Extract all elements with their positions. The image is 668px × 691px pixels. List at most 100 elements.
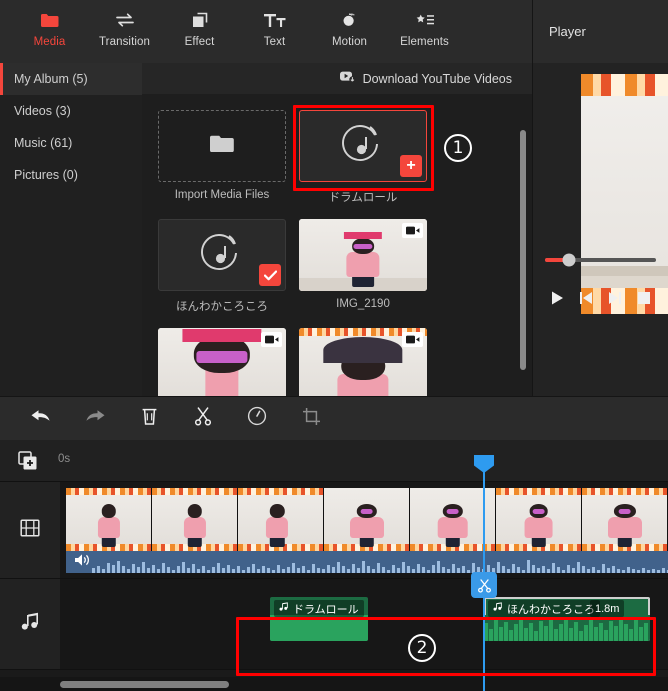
audio-clip-duration: 1.8m xyxy=(590,600,625,617)
video-clip[interactable] xyxy=(66,488,668,573)
video-frame xyxy=(582,488,668,551)
player-panel: Player xyxy=(532,0,668,396)
motion-sphere-icon xyxy=(339,9,360,31)
folder-icon xyxy=(209,133,235,159)
music-note-icon xyxy=(493,602,503,615)
audio-track-body[interactable]: ドラムロール ほんわかころころ 1.8m xyxy=(60,579,668,669)
media-cell-6 xyxy=(299,328,427,396)
scissors-icon xyxy=(194,406,212,431)
audio-clip-honwaka[interactable]: ほんわかころころ 1.8m xyxy=(484,597,650,641)
split-toolbar-button[interactable] xyxy=(176,397,230,441)
player-controls xyxy=(533,285,668,311)
tab-media-label: Media xyxy=(33,36,66,48)
youtube-download-icon xyxy=(339,71,356,86)
sidebar-item-my-album[interactable]: My Album (5) xyxy=(0,63,142,95)
tab-motion-label: Motion xyxy=(331,36,368,48)
video-type-icon xyxy=(402,332,423,347)
waveform xyxy=(92,560,668,573)
tab-media[interactable]: Media xyxy=(12,0,87,48)
music-note-icon xyxy=(20,612,41,637)
timeline-horizontal-scrollbar[interactable] xyxy=(0,677,668,691)
edit-toolbar xyxy=(0,396,668,440)
sidebar-item-label: Music (61) xyxy=(14,136,73,150)
crop-button[interactable] xyxy=(284,397,338,441)
playhead-split-button[interactable] xyxy=(471,572,497,598)
audio-disc-icon xyxy=(199,230,245,281)
media-cell-img-2190: IMG_2190 xyxy=(299,219,427,314)
video-editor-window: Media Transition Effect Text Motion Elem… xyxy=(0,0,668,691)
previous-frame-button[interactable] xyxy=(574,287,598,309)
audio-clip-drumroll[interactable]: ドラムロール xyxy=(270,597,368,641)
redo-button[interactable] xyxy=(68,397,122,441)
preview-video[interactable] xyxy=(581,74,668,314)
audio-clip-title: ほんわかころころ xyxy=(488,600,600,617)
speed-button[interactable] xyxy=(230,397,284,441)
layers-icon xyxy=(190,9,210,31)
tab-elements[interactable]: Elements xyxy=(387,0,462,48)
video-type-icon xyxy=(261,332,282,347)
delete-button[interactable] xyxy=(122,397,176,441)
tab-motion[interactable]: Motion xyxy=(312,0,387,48)
trash-icon xyxy=(141,406,158,431)
import-media-files-tile[interactable] xyxy=(158,110,286,182)
player-stage xyxy=(533,63,668,325)
add-media-icon[interactable] xyxy=(18,451,40,471)
timeline-ruler[interactable]: 0s xyxy=(0,440,668,482)
seek-slider[interactable] xyxy=(545,253,656,267)
download-youtube-videos-button[interactable]: Download YouTube Videos xyxy=(339,71,512,86)
undo-arrow-icon xyxy=(30,407,52,430)
sidebar-item-videos[interactable]: Videos (3) xyxy=(0,95,142,127)
media-browser: Download YouTube Videos Import Media Fil… xyxy=(142,63,532,396)
seek-handle[interactable] xyxy=(562,253,576,267)
media-caption: Import Media Files xyxy=(174,189,270,201)
speedometer-icon xyxy=(247,406,267,431)
video-frame xyxy=(152,488,238,551)
tab-text[interactable]: Text xyxy=(237,0,312,48)
media-caption: IMG_2190 xyxy=(336,298,390,310)
stop-button[interactable] xyxy=(632,287,656,309)
audio-clip-name: ドラムロール xyxy=(293,603,359,616)
album-sidebar: My Album (5) Videos (3) Music (61) Pictu… xyxy=(0,63,142,396)
timeline-scroll-thumb[interactable] xyxy=(60,681,229,688)
crop-icon xyxy=(302,407,321,431)
sidebar-item-pictures[interactable]: Pictures (0) xyxy=(0,159,142,191)
media-tile-drumroll[interactable]: + xyxy=(299,110,427,182)
video-type-icon xyxy=(402,223,423,238)
speaker-icon[interactable] xyxy=(74,553,91,572)
media-browser-header: Download YouTube Videos xyxy=(142,63,532,94)
tab-effect[interactable]: Effect xyxy=(162,0,237,48)
media-caption: ドラムロール xyxy=(328,192,398,204)
tab-transition[interactable]: Transition xyxy=(87,0,162,48)
editor-left-column: Media Transition Effect Text Motion Elem… xyxy=(0,0,532,396)
text-tt-icon xyxy=(263,9,287,31)
add-to-timeline-button[interactable]: + xyxy=(400,155,422,177)
media-tile-img-2190[interactable] xyxy=(299,219,427,291)
timeline-playhead[interactable] xyxy=(471,455,497,691)
media-cell-drumroll: + ドラムロール xyxy=(299,110,427,205)
annotation-number-1: 1 xyxy=(444,134,472,162)
video-clip-audio-waveform[interactable] xyxy=(66,551,668,573)
next-frame-button[interactable] xyxy=(603,287,627,309)
media-tile-5[interactable] xyxy=(158,328,286,396)
audio-track-header[interactable] xyxy=(0,579,60,669)
sidebar-item-music[interactable]: Music (61) xyxy=(0,127,142,159)
undo-button[interactable] xyxy=(14,397,68,441)
tab-effect-label: Effect xyxy=(184,36,215,48)
play-button[interactable] xyxy=(545,287,569,309)
media-tile-honwaka[interactable] xyxy=(158,219,286,291)
audio-clip-name: ほんわかころころ xyxy=(507,603,595,616)
selected-check-badge[interactable] xyxy=(259,264,281,286)
media-tile-6[interactable] xyxy=(299,328,427,396)
video-track-body[interactable] xyxy=(60,482,668,578)
waveform xyxy=(484,615,650,641)
annotation-number-2: 2 xyxy=(408,634,436,662)
main-tab-bar: Media Transition Effect Text Motion Elem… xyxy=(0,0,532,63)
video-frame xyxy=(66,488,152,551)
film-strip-icon xyxy=(19,518,41,543)
video-frame xyxy=(496,488,582,551)
tab-transition-label: Transition xyxy=(98,36,151,48)
media-grid-scrollbar[interactable] xyxy=(520,130,526,370)
video-track-header[interactable] xyxy=(0,482,60,578)
audio-clip-title: ドラムロール xyxy=(274,600,364,617)
audio-disc-icon xyxy=(340,121,386,172)
